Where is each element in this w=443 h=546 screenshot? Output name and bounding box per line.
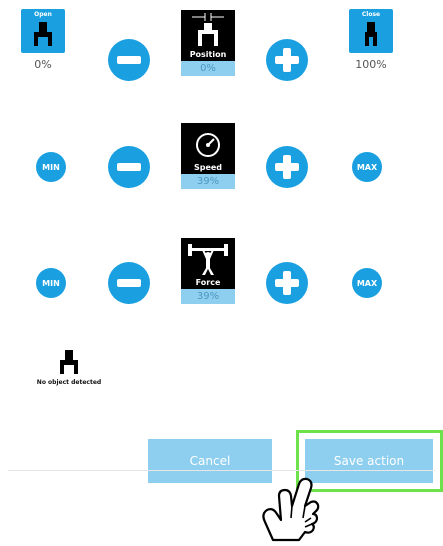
speed-decrease-button[interactable] [108,146,150,188]
position-decrease-button[interactable] [108,39,150,81]
pointing-hand-icon [262,477,320,542]
object-status-text: No object detected [36,379,102,386]
minus-icon [117,163,141,171]
gripper-open-icon [34,22,52,46]
gripper-status-icon [60,350,78,374]
speed-value: 39% [181,174,235,189]
footer-divider [8,470,435,471]
weightlifter-icon [188,244,228,275]
minus-icon [117,279,141,287]
position-increase-button[interactable] [266,39,308,81]
speed-min-button[interactable]: MIN [36,152,66,182]
minus-icon [117,56,141,64]
speed-card: Speed 39% [181,123,235,189]
speedometer-icon [196,133,220,157]
position-card: Position 0% [181,10,235,76]
close-gripper-button[interactable]: Close [349,9,393,53]
gripper-position-icon [192,13,224,46]
force-card: Force 39% [181,238,235,304]
close-label: Close [361,11,381,18]
speed-increase-button[interactable] [266,146,308,188]
force-increase-button[interactable] [266,262,308,304]
plus-icon [275,48,299,72]
plus-icon [275,155,299,179]
force-max-button[interactable]: MAX [352,268,382,298]
force-decrease-button[interactable] [108,262,150,304]
open-label: Open [34,11,52,18]
speed-max-button[interactable]: MAX [352,152,382,182]
close-value: 100% [355,58,387,71]
force-title: Force [181,277,235,289]
plus-icon [275,271,299,295]
gripper-close-icon [365,22,377,46]
open-value: 0% [34,58,52,71]
cancel-button[interactable]: Cancel [148,439,272,483]
position-title: Position [181,49,235,61]
force-min-button[interactable]: MIN [36,268,66,298]
position-value: 0% [181,61,235,76]
speed-title: Speed [181,162,235,174]
force-value: 39% [181,289,235,304]
open-gripper-button[interactable]: Open [21,9,65,53]
